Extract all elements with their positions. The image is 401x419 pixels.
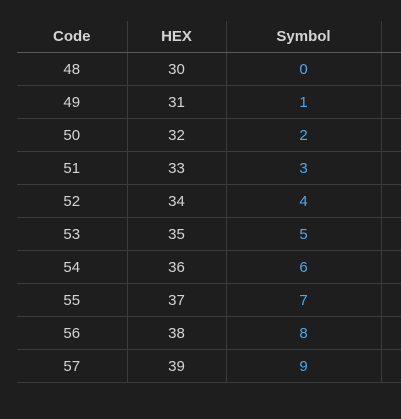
cell-code: 48: [17, 52, 127, 86]
table-row[interactable]: 49 31 1: [17, 85, 401, 119]
table-header-row: Code HEX Symbol: [17, 21, 401, 53]
table-row[interactable]: 54 36 6: [17, 250, 401, 284]
ascii-code-table: Code HEX Symbol 48 30 0 49 31 1 50 32 2 …: [17, 21, 401, 383]
table-row[interactable]: 56 38 8: [17, 316, 401, 350]
cell-hex: 34: [126, 184, 226, 218]
cell-symbol: 0: [225, 52, 381, 86]
cell-hex: 33: [126, 151, 226, 185]
cell-hex: 30: [126, 52, 226, 86]
cell-code: 54: [17, 250, 127, 284]
cell-symbol: 6: [225, 250, 381, 284]
cell-hex: 32: [126, 118, 226, 152]
column-header-overflow: [380, 21, 401, 53]
column-header-hex[interactable]: HEX: [126, 21, 226, 53]
cell-code: 57: [17, 349, 127, 383]
table-row[interactable]: 57 39 9: [17, 349, 401, 383]
cell-code: 56: [17, 316, 127, 350]
column-header-symbol[interactable]: Symbol: [225, 21, 381, 53]
cell-symbol: 4: [225, 184, 381, 218]
cell-symbol: 8: [225, 316, 381, 350]
cell-code: 53: [17, 217, 127, 251]
cell-hex: 37: [126, 283, 226, 317]
cell-symbol: 2: [225, 118, 381, 152]
cell-code: 55: [17, 283, 127, 317]
table-row[interactable]: 48 30 0: [17, 52, 401, 86]
cell-overflow: [380, 184, 401, 218]
table-row[interactable]: 55 37 7: [17, 283, 401, 317]
cell-overflow: [380, 151, 401, 185]
column-header-code[interactable]: Code: [17, 21, 127, 53]
cell-overflow: [380, 217, 401, 251]
cell-overflow: [380, 52, 401, 86]
table-row[interactable]: 51 33 3: [17, 151, 401, 185]
cell-overflow: [380, 250, 401, 284]
cell-symbol: 1: [225, 85, 381, 119]
cell-symbol: 5: [225, 217, 381, 251]
table-row[interactable]: 52 34 4: [17, 184, 401, 218]
cell-hex: 31: [126, 85, 226, 119]
cell-hex: 38: [126, 316, 226, 350]
cell-hex: 39: [126, 349, 226, 383]
cell-symbol: 3: [225, 151, 381, 185]
cell-overflow: [380, 283, 401, 317]
cell-overflow: [380, 349, 401, 383]
table-row[interactable]: 53 35 5: [17, 217, 401, 251]
cell-code: 49: [17, 85, 127, 119]
cell-overflow: [380, 118, 401, 152]
cell-code: 52: [17, 184, 127, 218]
table-row[interactable]: 50 32 2: [17, 118, 401, 152]
cell-code: 50: [17, 118, 127, 152]
table-body: 48 30 0 49 31 1 50 32 2 51 33 3 52 34 4 …: [17, 52, 401, 383]
cell-hex: 36: [126, 250, 226, 284]
cell-overflow: [380, 316, 401, 350]
cell-code: 51: [17, 151, 127, 185]
cell-hex: 35: [126, 217, 226, 251]
cell-symbol: 9: [225, 349, 381, 383]
cell-symbol: 7: [225, 283, 381, 317]
cell-overflow: [380, 85, 401, 119]
ascii-table-view: Code HEX Symbol 48 30 0 49 31 1 50 32 2 …: [0, 0, 401, 419]
